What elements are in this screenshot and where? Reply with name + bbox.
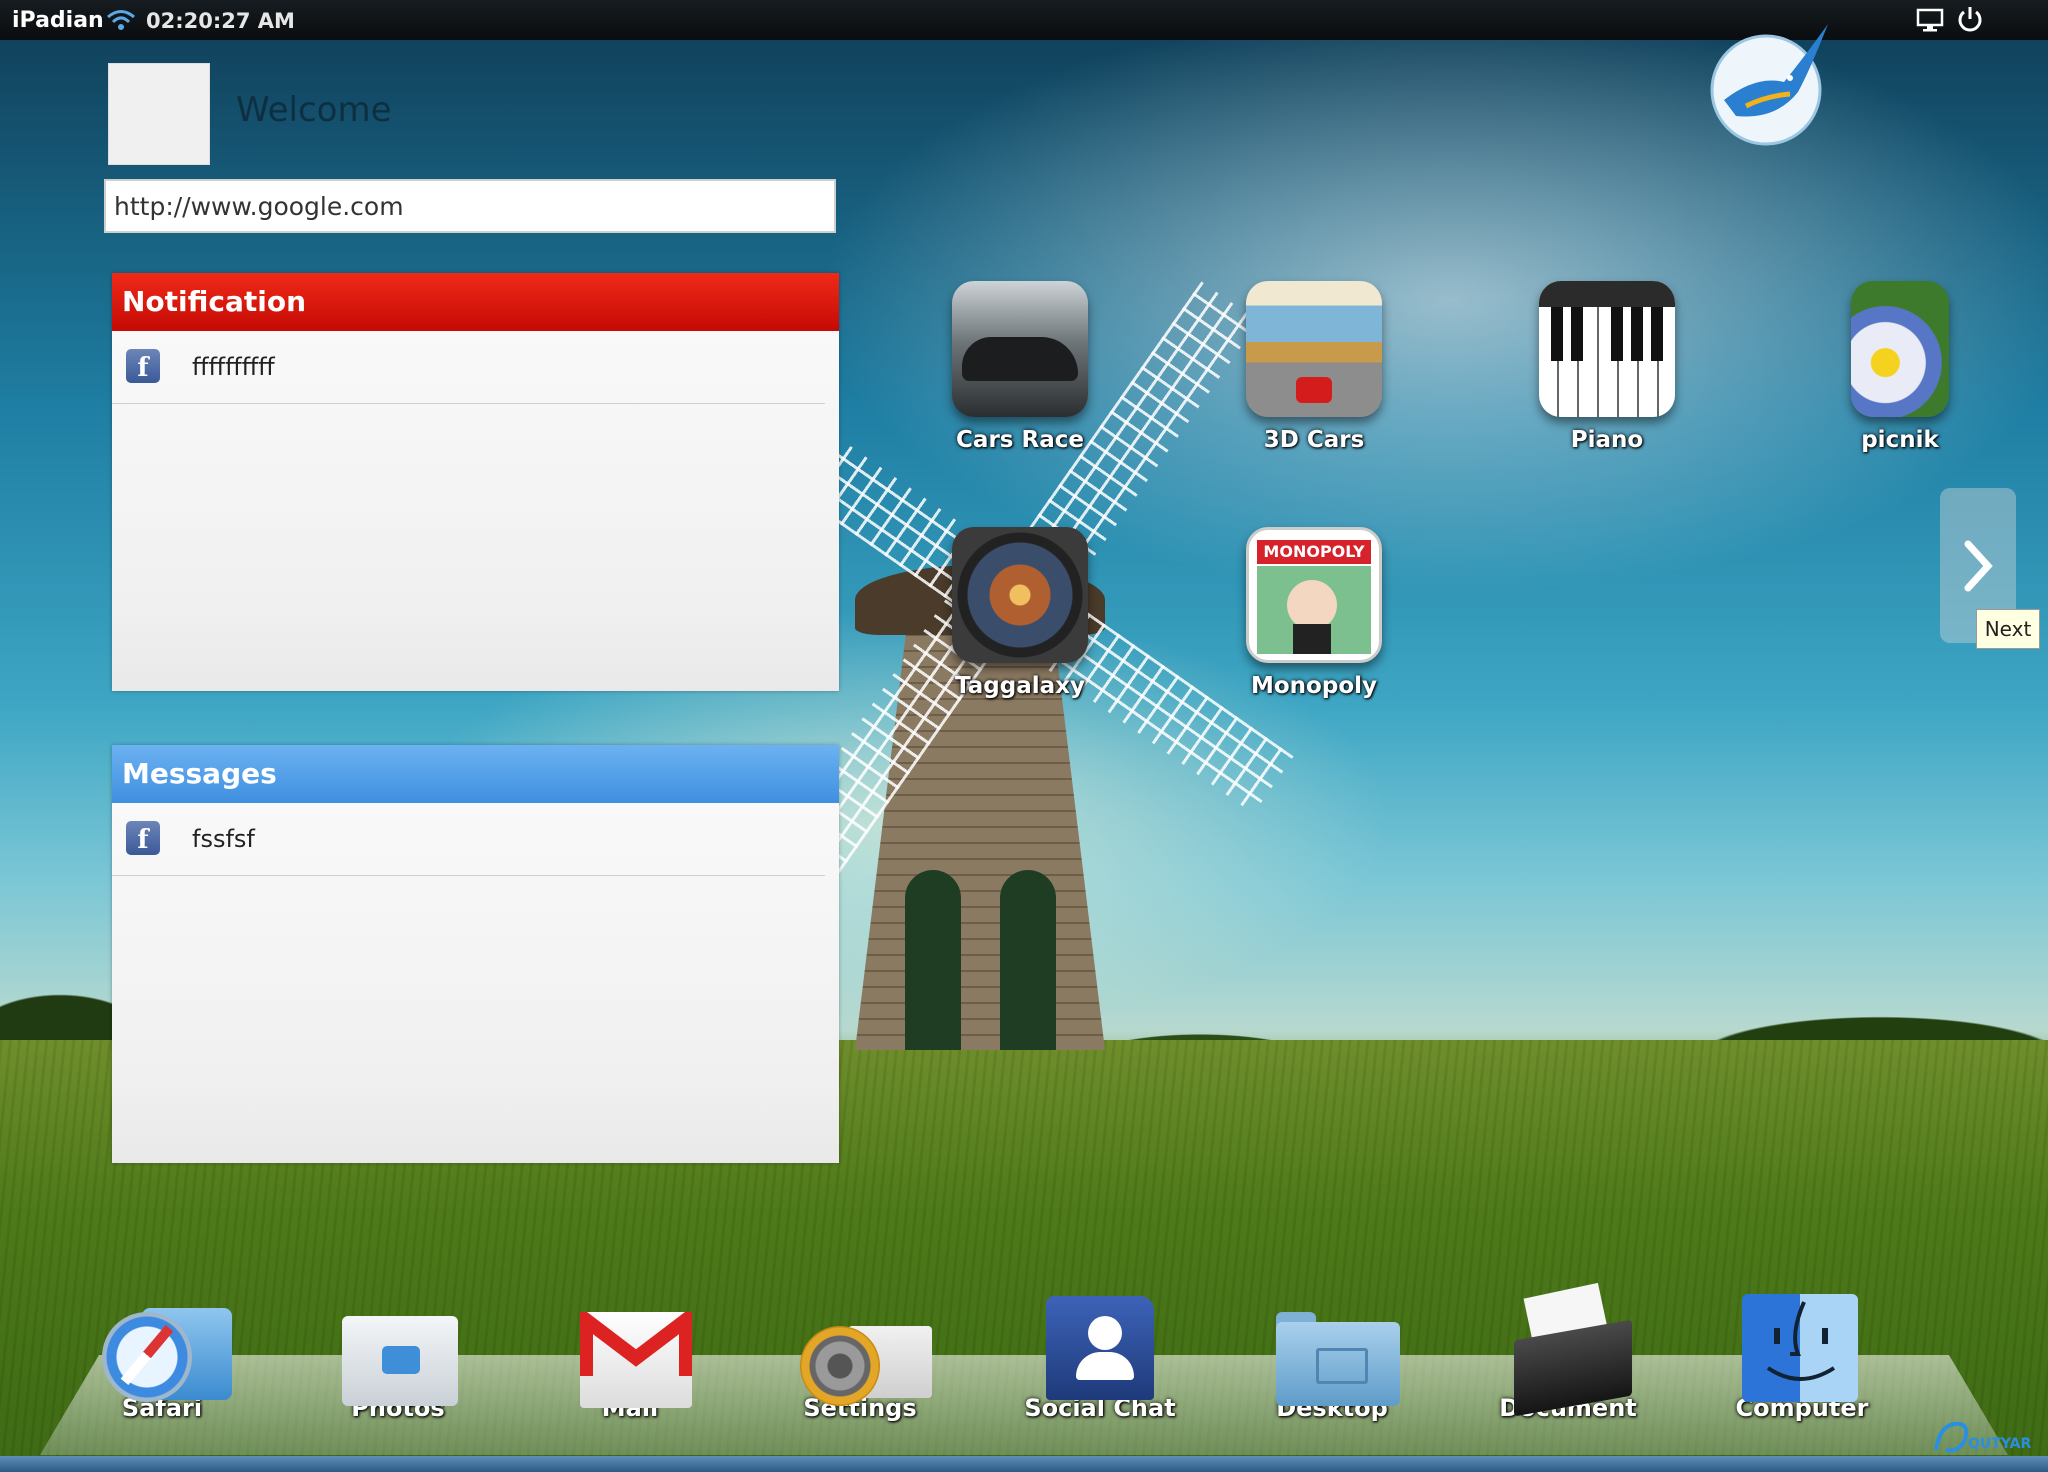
watermark-logo: QUTYAR xyxy=(1930,1416,2042,1456)
watermark-text: QUTYAR xyxy=(1968,1436,2031,1452)
gmail-icon xyxy=(570,1290,692,1408)
desktop-folder-icon xyxy=(1272,1290,1400,1406)
document-folder-icon xyxy=(1508,1282,1632,1417)
finder-icon xyxy=(1742,1290,1862,1402)
messages-panel: Messages f fssfsf xyxy=(112,745,839,1163)
message-item[interactable]: f fssfsf xyxy=(112,803,825,876)
monitor-icon[interactable] xyxy=(1916,7,1944,33)
message-text: fssfsf xyxy=(192,825,255,853)
windmill-arch xyxy=(1000,870,1056,1050)
3d-cars-icon xyxy=(1246,281,1382,417)
app-monopoly[interactable]: MONOPOLY Monopoly xyxy=(1224,527,1404,699)
facebook-icon: f xyxy=(126,821,160,855)
url-input[interactable] xyxy=(104,179,836,233)
power-icon[interactable] xyxy=(1956,5,1984,33)
welcome-title: Welcome xyxy=(236,90,392,130)
piano-icon xyxy=(1539,281,1675,417)
notification-text: ffffffffff xyxy=(192,353,275,381)
messages-header: Messages xyxy=(112,745,839,803)
app-label: 3D Cars xyxy=(1263,427,1365,453)
monopoly-icon: MONOPOLY xyxy=(1246,527,1382,663)
picnik-icon xyxy=(1851,281,1949,417)
app-cars-race[interactable]: Cars Race xyxy=(930,281,1110,453)
dock-desktop[interactable]: Desktop xyxy=(1232,1290,1432,1422)
cars-race-icon xyxy=(952,281,1088,417)
app-label: picnik xyxy=(1861,427,1939,453)
clock: 02:20:27 AM xyxy=(146,9,295,33)
dock-document[interactable]: Document xyxy=(1468,1282,1668,1422)
app-taggalaxy[interactable]: Taggalaxy xyxy=(930,527,1110,699)
app-3d-cars[interactable]: 3D Cars xyxy=(1224,281,1404,453)
dock-photos[interactable]: Photos xyxy=(298,1290,498,1422)
taggalaxy-icon xyxy=(952,527,1088,663)
windmill-arch xyxy=(905,870,961,1050)
dock-settings[interactable]: Settings xyxy=(760,1290,960,1422)
bird-logo-icon[interactable] xyxy=(1706,20,1832,146)
app-label: Piano xyxy=(1570,427,1644,453)
photos-folder-icon xyxy=(338,1290,458,1406)
notification-panel: Notification f ffffffffff xyxy=(112,273,839,691)
app-label: Taggalaxy xyxy=(955,673,1085,699)
taskbar xyxy=(0,1456,2048,1472)
social-chat-icon xyxy=(1040,1290,1160,1400)
brand-name: iPadian xyxy=(12,8,104,33)
dock-safari[interactable]: Safari xyxy=(62,1290,262,1422)
dock-social-chat[interactable]: Social Chat xyxy=(1000,1290,1200,1422)
dock-computer[interactable]: Computer xyxy=(1702,1290,1902,1422)
safari-icon xyxy=(102,1290,232,1402)
dock-mail[interactable]: Mail xyxy=(530,1290,730,1422)
next-tooltip: Next xyxy=(1976,609,2040,649)
chevron-right-icon xyxy=(1964,540,1993,592)
facebook-icon: f xyxy=(126,349,160,383)
notification-item[interactable]: f ffffffffff xyxy=(112,331,825,404)
app-piano[interactable]: Piano xyxy=(1517,281,1697,453)
settings-icon xyxy=(800,1290,932,1406)
wifi-icon xyxy=(107,10,135,30)
notification-header: Notification xyxy=(112,273,839,331)
monopoly-logo: MONOPOLY xyxy=(1257,540,1371,564)
app-label: Monopoly xyxy=(1250,673,1377,699)
app-picnik[interactable]: picnik xyxy=(1810,281,1990,453)
avatar[interactable] xyxy=(108,63,210,165)
app-label: Cars Race xyxy=(956,427,1084,453)
